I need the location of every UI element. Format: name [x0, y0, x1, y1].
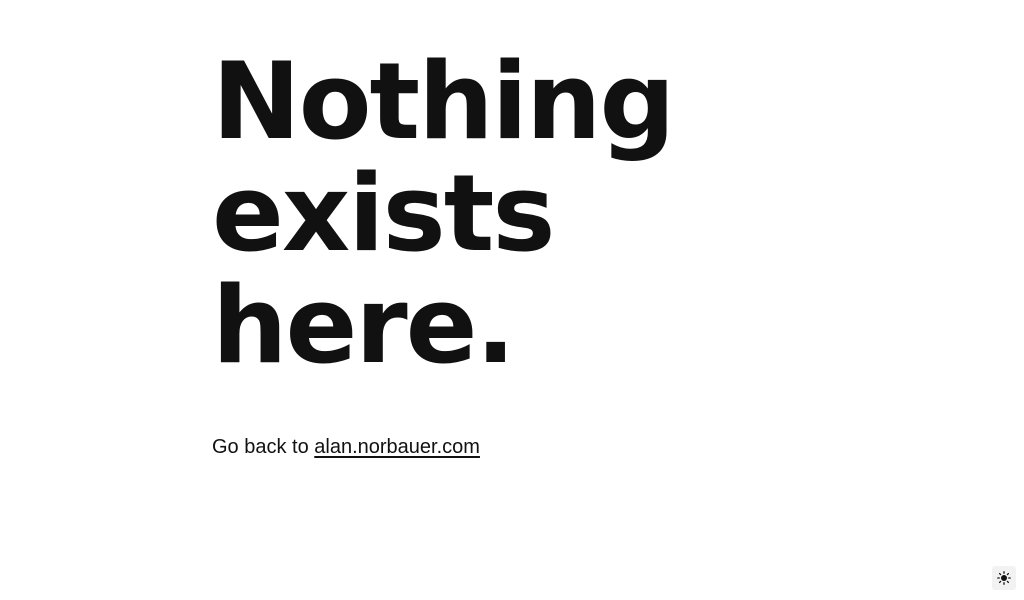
- page-title-line-1: Nothing: [212, 40, 675, 163]
- back-prefix: Go back to: [212, 436, 315, 458]
- page-title-line-3: here.: [212, 264, 516, 387]
- theme-toggle-button[interactable]: [992, 566, 1016, 590]
- back-message: Go back to alan.norbauer.com: [212, 433, 480, 461]
- sun-icon: [997, 571, 1011, 585]
- main-content: Nothing exists here.: [212, 46, 912, 382]
- page-title: Nothing exists here.: [212, 46, 912, 382]
- page-title-line-2: exists: [212, 152, 555, 275]
- home-link[interactable]: alan.norbauer.com: [314, 436, 480, 458]
